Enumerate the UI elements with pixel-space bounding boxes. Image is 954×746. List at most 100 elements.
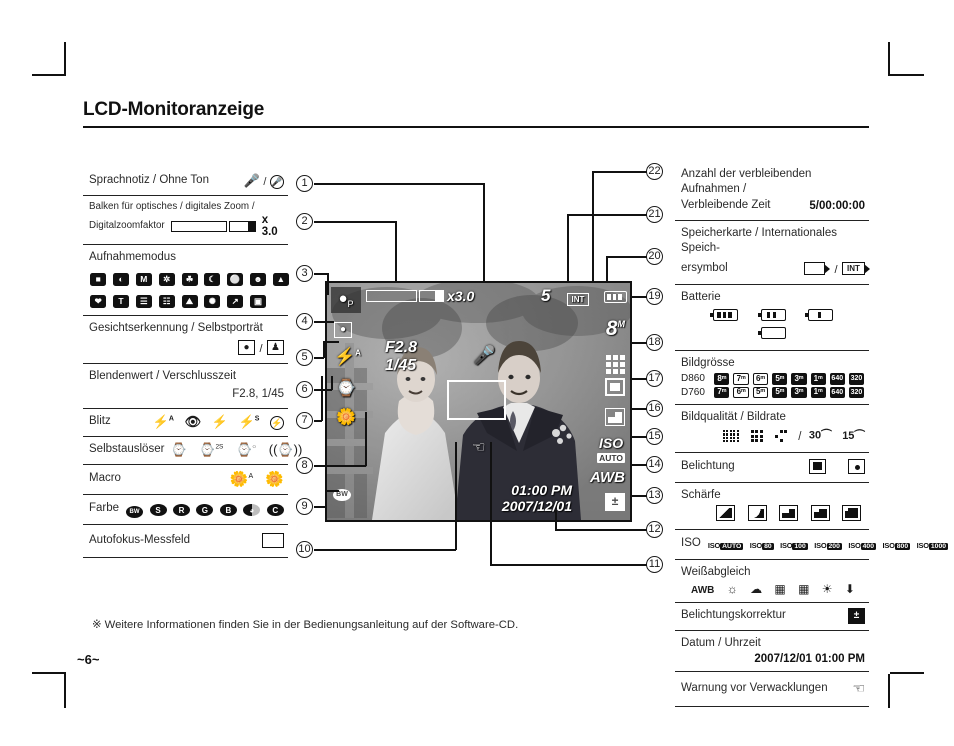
leader-6-v: [331, 376, 333, 390]
framerate-15fps-icon: 15⏜: [842, 429, 865, 442]
spec-label: Schärfe: [681, 488, 721, 501]
red-eye-icon: 👁: [184, 413, 202, 429]
mode-landscape-icon: ▲: [272, 273, 289, 287]
leader-8: [314, 465, 366, 467]
osd-quality-icon: [606, 347, 625, 374]
leader-5-v: [323, 342, 325, 358]
timer-double-icon: ⌚○: [236, 441, 257, 457]
spec-row-self-timer: Selbstauslöser ⌚ ⌚2S ⌚○ ((⌚)): [83, 435, 302, 464]
spec-label-2: ersymbol: [681, 262, 728, 275]
battery-icons: [681, 308, 865, 344]
daylight-icon: ☼: [726, 581, 738, 596]
osd-internal-memory-icon: INT: [567, 289, 589, 307]
flash-slow-sync-icon: ⚡S: [238, 413, 260, 429]
leader-21-v: [567, 214, 569, 281]
auto-macro-icon: 🌼A: [229, 470, 254, 488]
spec-label: Belichtungskorrektur: [681, 609, 786, 622]
osd-shutter-value: 1/45: [385, 357, 417, 375]
face-detect-icons: ● / ♟: [89, 339, 284, 357]
color-red-icon: R: [172, 504, 190, 517]
callout-12: 12: [646, 521, 663, 538]
leader-12: [555, 529, 647, 531]
callout-17: 17: [646, 370, 663, 387]
leader-10-v: [455, 442, 457, 550]
osd-ev-compensation-icon: ±: [605, 492, 625, 511]
leader-3: [314, 273, 328, 275]
metering-icons: [808, 458, 865, 476]
spec-row-datetime: Datum / Uhrzeit 2007/12/01 01:00 PM: [675, 629, 869, 671]
flash-auto-icon: ⚡A: [152, 413, 174, 429]
callout-15: 15: [646, 428, 663, 445]
callout-10: 10: [296, 541, 313, 558]
mode-dis-icon: ✲: [158, 273, 175, 287]
osd-voice-memo-icon: 🎤: [473, 345, 496, 365]
leader-2: [314, 221, 396, 223]
size-5m-icon: 5ᵐ: [772, 373, 788, 385]
leader-10: [314, 549, 456, 551]
spec-label: Autofokus-Messfeld: [89, 533, 190, 546]
leader-16: [630, 408, 647, 410]
leader-6: [314, 389, 332, 391]
spec-row-battery: Batterie: [675, 283, 869, 350]
page-title: LCD-Monitoranzeige: [83, 99, 265, 120]
leader-12-v: [555, 510, 557, 530]
spec-label: Weißabgleich: [681, 565, 751, 578]
mode-auto-icon: ■: [90, 273, 107, 287]
osd-metering-icon: [605, 378, 625, 401]
page-header: LCD-Monitoranzeige: [83, 99, 869, 128]
leader-11-v: [490, 442, 492, 565]
zoom-bar-icon: [170, 220, 256, 232]
right-spec-list: Anzahl der verbleibenden Aufnahmen / Ver…: [675, 162, 949, 708]
spec-row-image-size: Bildgrösse D860 8ᵐ 7ᵐ 6ᵐ 5ᵐ 3ᵐ 1ᵐ 640 32…: [675, 350, 869, 404]
tungsten-icon: ☀: [821, 581, 833, 596]
spec-row-af-area: Autofokus-Messfeld: [83, 523, 288, 559]
shake-warning-icon: ☜: [852, 680, 865, 697]
shooting-mode-icon-row-2: ❤ T ☰ ☷ ⛰ ✺ ↗ ▣: [89, 291, 284, 309]
leader-1-v: [483, 183, 485, 281]
memory-icons: / INT: [804, 260, 870, 278]
battery-mid-icon: [757, 309, 786, 322]
mode-dawn-icon: ☷: [158, 295, 175, 309]
osd-datetime: 01:00 PM 2007/12/01: [502, 482, 572, 514]
awb-icon: AWB: [691, 584, 715, 596]
leader-2-v: [395, 221, 397, 281]
sharpness-soft1-icon: [747, 505, 767, 522]
microphone-icon: 🎤: [243, 173, 260, 188]
voice-memo-icons: 🎤 / 🎤: [243, 173, 284, 189]
left-spec-list: Sprachnotiz / Ohne Ton 🎤 / 🎤 Balken für …: [83, 168, 302, 559]
leader-14: [630, 464, 647, 466]
size-320-icon: 320: [848, 373, 864, 385]
leader-7-v: [321, 376, 323, 421]
size-7m-icon-2: 7ᵐ: [714, 386, 730, 399]
timer-motion-icon: ((⌚)): [268, 441, 303, 457]
spec-label: Macro: [89, 472, 121, 485]
mode-beauty-icon: ⚪: [227, 273, 244, 287]
sharpness-hard2-icon: [842, 505, 861, 522]
iso-800-icon: ISO 800: [882, 540, 911, 550]
spec-label: Batterie: [681, 290, 721, 303]
sharpness-hard1-icon: [810, 505, 830, 522]
fluorescent-l-icon: ▦: [798, 581, 810, 596]
spec-label: Datum / Uhrzeit: [681, 636, 761, 649]
battery-full-icon: [710, 309, 739, 322]
digital-zoom-bar: [419, 290, 444, 302]
spec-row-flash: Blitz ⚡A 👁 ⚡ ⚡S ⚡: [83, 407, 288, 436]
osd-zoom-bar: [366, 290, 444, 302]
spec-label: Speicherkarte / Internationales Speich-: [681, 226, 837, 254]
callout-18: 18: [646, 334, 663, 351]
size-7m-icon: 7ᵐ: [733, 373, 749, 385]
iso-auto-icon: ISO AUTO: [707, 540, 744, 550]
quality-fine-icon: [751, 430, 763, 442]
iso-200-icon: ISO 200: [814, 540, 842, 550]
leader-8-v: [365, 412, 367, 466]
color-icons: BW S R G B ◕ C: [125, 500, 285, 518]
flash-off-icon: ⚡: [270, 415, 284, 430]
osd-iso-icon: ISO AUTO: [597, 435, 625, 463]
spot-metering-icon: [848, 458, 865, 474]
size-640-icon: 640: [829, 373, 845, 385]
callout-19: 19: [646, 288, 663, 305]
size-1m-icon-2: 1ᵐ: [810, 386, 826, 399]
fluorescent-h-icon: ▦: [774, 581, 786, 596]
leader-21: [567, 214, 647, 216]
timer-2s-icon: ⌚2S: [199, 441, 224, 457]
